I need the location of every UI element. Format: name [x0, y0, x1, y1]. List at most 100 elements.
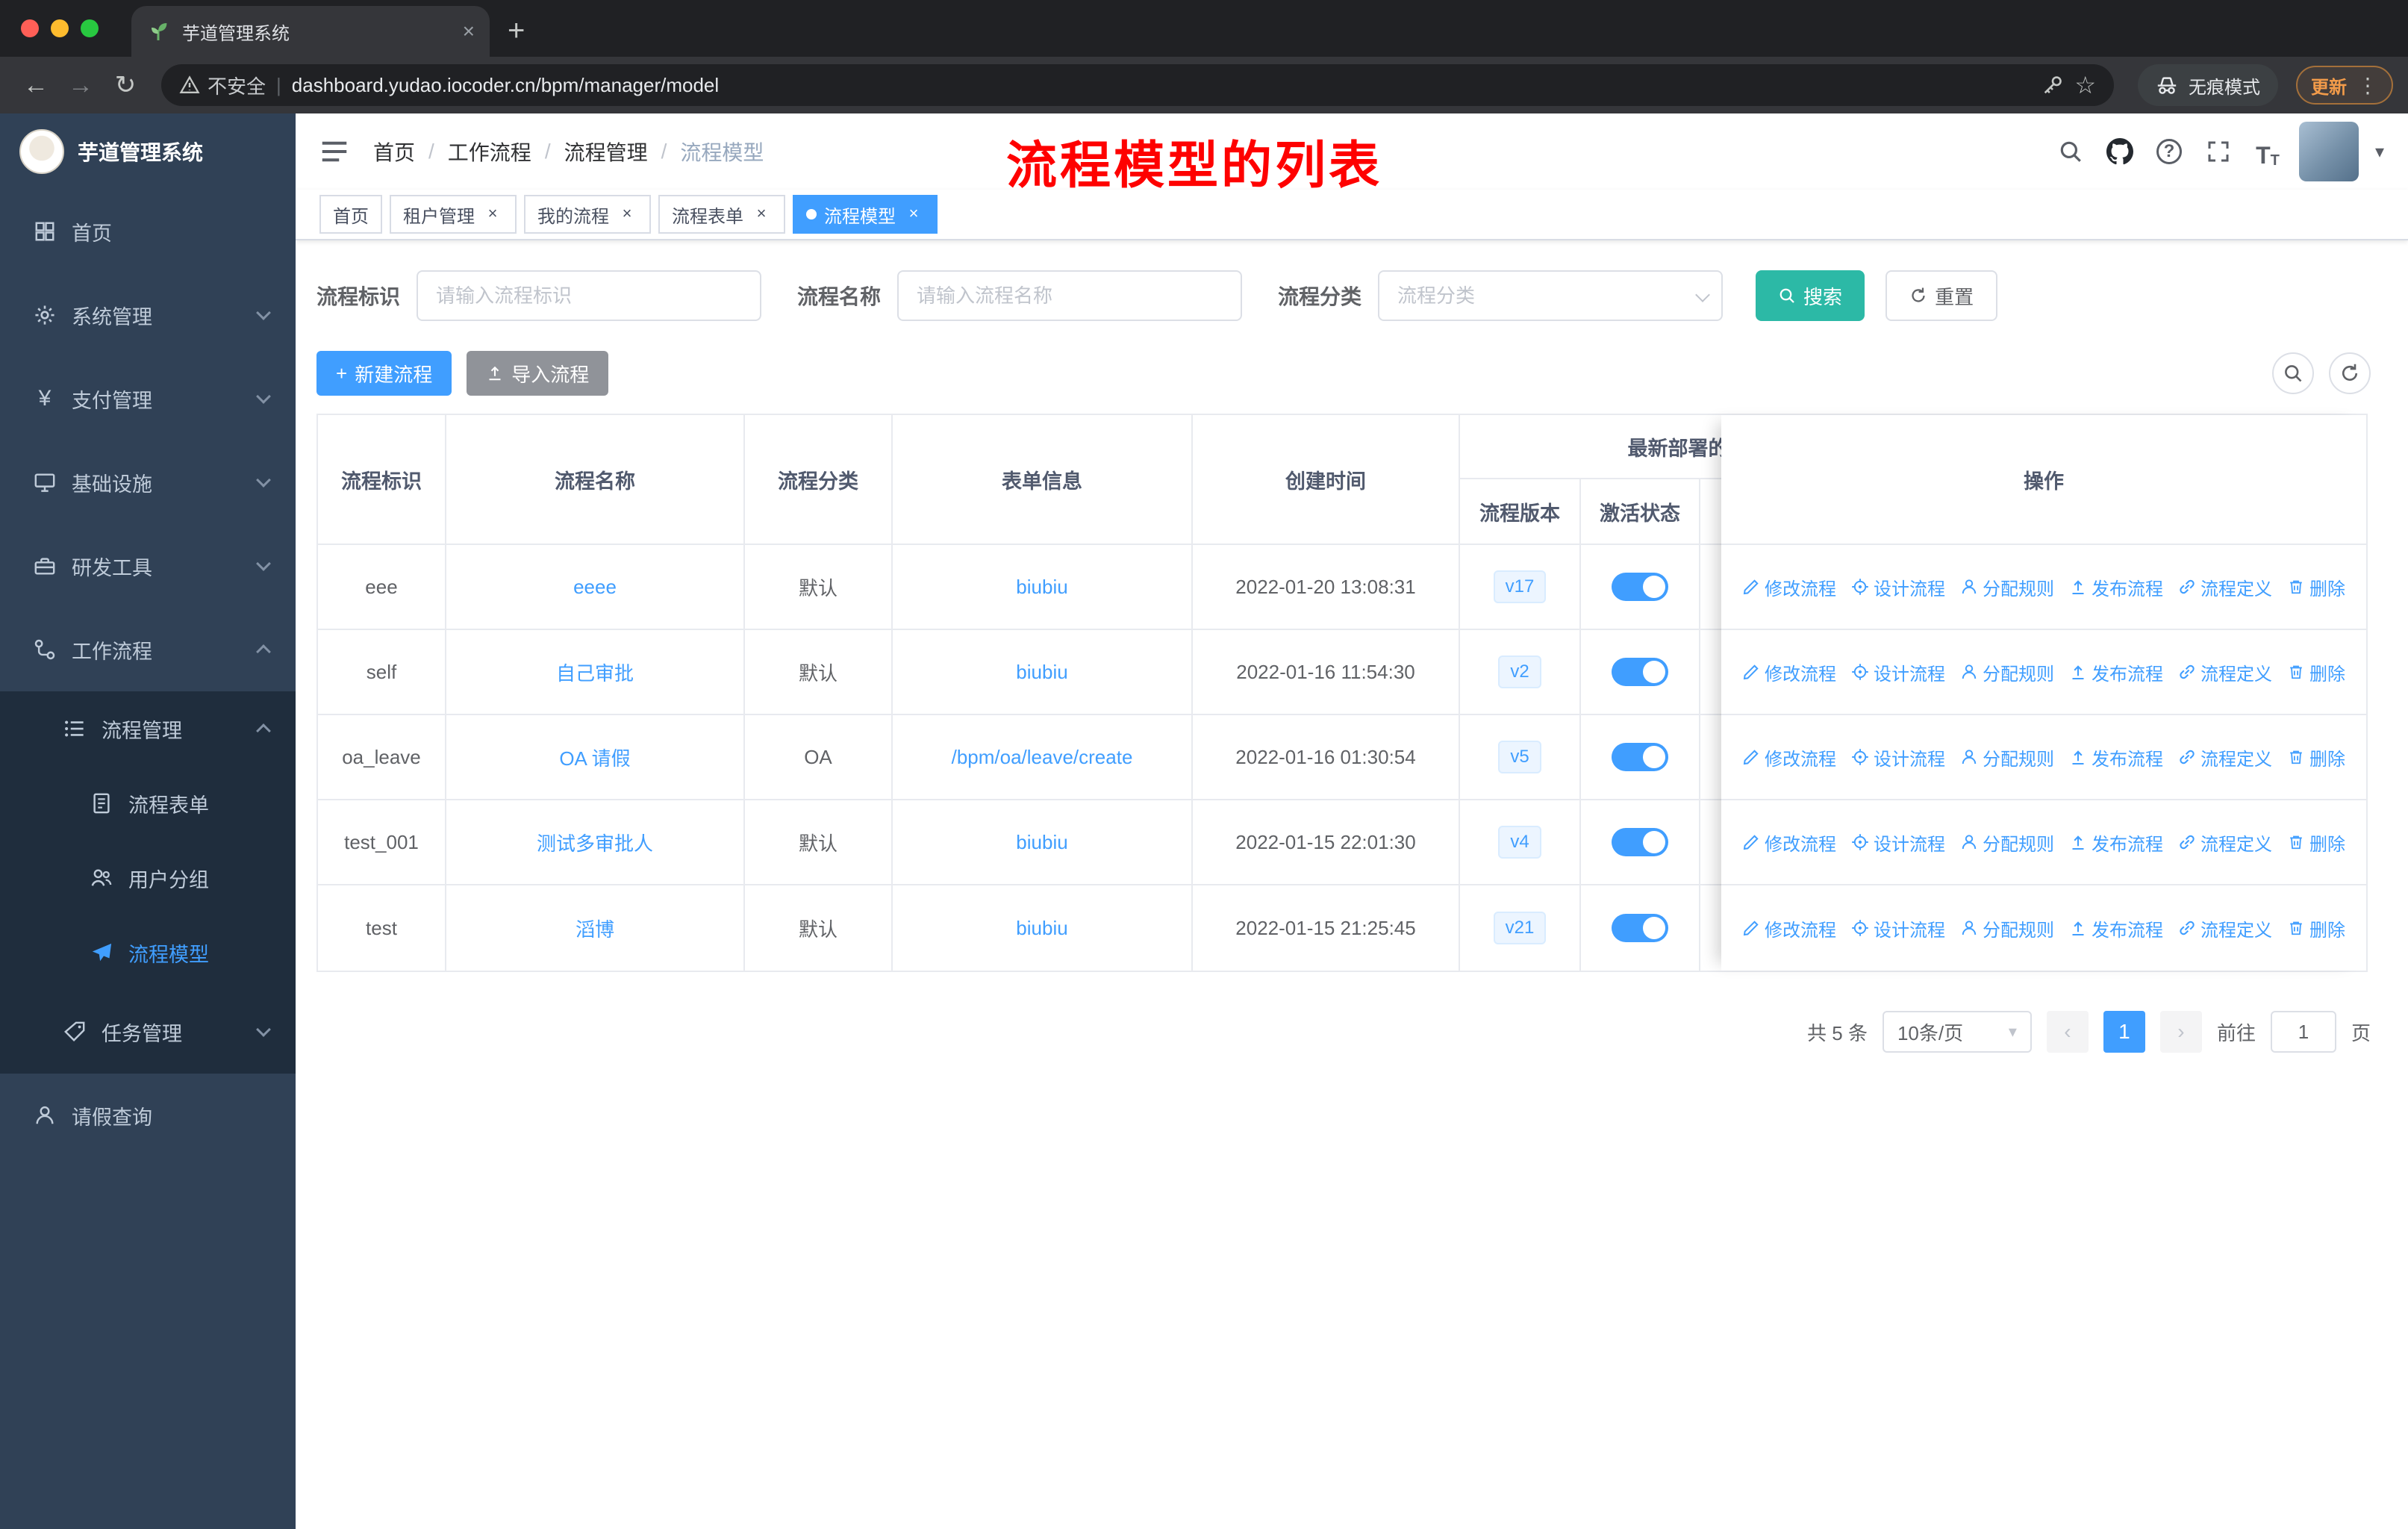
form-info-link[interactable]: biubiu [1016, 661, 1067, 684]
app-logo[interactable]: 芋道管理系统 [0, 113, 296, 190]
sidebar-item-process-management[interactable]: 流程管理 [0, 691, 296, 766]
github-icon[interactable] [2102, 134, 2138, 169]
sidebar-item-process-form[interactable]: 流程表单 [0, 766, 296, 841]
close-icon[interactable]: × [751, 204, 772, 225]
security-warning[interactable]: 不安全 [179, 72, 266, 99]
goto-page-input[interactable] [2270, 1011, 2336, 1053]
publish-process-link[interactable]: 发布流程 [2069, 744, 2163, 770]
browser-menu-icon[interactable]: ⋮ [2357, 73, 2378, 98]
sidebar-item-payment[interactable]: ¥ 支付管理 [0, 357, 296, 440]
window-close-button[interactable] [21, 19, 39, 37]
sidebar-item-workflow[interactable]: 工作流程 [0, 608, 296, 691]
sidebar-item-task-management[interactable]: 任务管理 [0, 990, 296, 1074]
toggle-search-button[interactable] [2272, 352, 2314, 394]
page-1-button[interactable]: 1 [2103, 1011, 2145, 1053]
process-definition-link[interactable]: 流程定义 [2178, 574, 2272, 600]
prev-page-button[interactable]: ‹ [2046, 1011, 2089, 1053]
process-name-link[interactable]: eeee [573, 576, 617, 599]
process-definition-link[interactable]: 流程定义 [2178, 744, 2272, 770]
tag-process-form[interactable]: 流程表单 × [658, 195, 785, 234]
next-page-button[interactable]: › [2159, 1011, 2202, 1053]
process-definition-link[interactable]: 流程定义 [2178, 829, 2272, 856]
tag-tenant[interactable]: 租户管理 × [390, 195, 517, 234]
form-info-link[interactable]: biubiu [1016, 831, 1067, 854]
process-name-link[interactable]: 自己审批 [556, 658, 634, 686]
address-bar[interactable]: 不安全 | dashboard.yudao.iocoder.cn/bpm/man… [161, 64, 2114, 106]
browser-update-button[interactable]: 更新 ⋮ [2296, 66, 2393, 105]
delete-link[interactable]: 删除 [2287, 659, 2345, 685]
help-icon[interactable]: ? [2151, 134, 2187, 169]
active-toggle[interactable] [1612, 914, 1668, 942]
active-toggle[interactable] [1612, 573, 1668, 601]
new-tab-button[interactable]: + [508, 14, 525, 48]
process-id-input[interactable] [417, 270, 762, 321]
publish-process-link[interactable]: 发布流程 [2069, 915, 2163, 941]
reset-button[interactable]: 重置 [1885, 270, 1998, 321]
active-toggle[interactable] [1612, 658, 1668, 686]
process-definition-link[interactable]: 流程定义 [2178, 659, 2272, 685]
form-info-link[interactable]: biubiu [1016, 576, 1067, 599]
design-process-link[interactable]: 设计流程 [1851, 829, 1945, 856]
modify-process-link[interactable]: 修改流程 [1742, 915, 1836, 941]
close-icon[interactable]: × [903, 204, 924, 225]
publish-process-link[interactable]: 发布流程 [2069, 574, 2163, 600]
tag-home[interactable]: 首页 [319, 195, 382, 234]
sidebar-item-user-group[interactable]: 用户分组 [0, 841, 296, 915]
assign-rule-link[interactable]: 分配规则 [1960, 659, 2054, 685]
tab-close-icon[interactable]: × [463, 19, 475, 43]
forward-icon[interactable]: → [60, 64, 102, 106]
fullscreen-icon[interactable] [2200, 134, 2236, 169]
window-zoom-button[interactable] [81, 19, 99, 37]
process-category-select[interactable] [1378, 270, 1724, 321]
assign-rule-link[interactable]: 分配规则 [1960, 829, 2054, 856]
create-process-button[interactable]: + 新建流程 [316, 351, 452, 396]
search-button[interactable]: 搜索 [1756, 270, 1865, 321]
bookmark-star-icon[interactable]: ☆ [2074, 71, 2096, 99]
sidebar-item-process-model[interactable]: 流程模型 [0, 915, 296, 990]
form-info-link[interactable]: biubiu [1016, 917, 1067, 940]
close-icon[interactable]: × [482, 204, 503, 225]
password-key-icon[interactable] [2042, 74, 2064, 96]
hamburger-icon[interactable] [319, 137, 349, 166]
breadcrumb-item[interactable]: 流程管理 [564, 137, 648, 166]
design-process-link[interactable]: 设计流程 [1851, 915, 1945, 941]
sidebar-item-leave-query[interactable]: 请假查询 [0, 1074, 296, 1157]
sidebar-item-home[interactable]: 首页 [0, 190, 296, 273]
reload-icon[interactable]: ↻ [105, 64, 146, 106]
design-process-link[interactable]: 设计流程 [1851, 574, 1945, 600]
sidebar-item-infrastructure[interactable]: 基础设施 [0, 440, 296, 524]
modify-process-link[interactable]: 修改流程 [1742, 744, 1836, 770]
form-info-link[interactable]: /bpm/oa/leave/create [952, 746, 1133, 769]
modify-process-link[interactable]: 修改流程 [1742, 659, 1836, 685]
page-size-select[interactable]: 10条/页 ▾ [1882, 1011, 2032, 1053]
delete-link[interactable]: 删除 [2287, 574, 2345, 600]
breadcrumb-item[interactable]: 工作流程 [448, 137, 531, 166]
breadcrumb-item[interactable]: 首页 [373, 137, 415, 166]
assign-rule-link[interactable]: 分配规则 [1960, 574, 2054, 600]
design-process-link[interactable]: 设计流程 [1851, 744, 1945, 770]
tag-my-process[interactable]: 我的流程 × [524, 195, 651, 234]
search-icon[interactable] [2053, 134, 2089, 169]
sidebar-item-system[interactable]: 系统管理 [0, 273, 296, 357]
browser-tab[interactable]: 芋道管理系统 × [131, 6, 490, 57]
delete-link[interactable]: 删除 [2287, 915, 2345, 941]
publish-process-link[interactable]: 发布流程 [2069, 659, 2163, 685]
process-name-input[interactable] [897, 270, 1243, 321]
active-toggle[interactable] [1612, 743, 1668, 771]
font-size-icon[interactable]: TT [2250, 134, 2286, 169]
delete-link[interactable]: 删除 [2287, 744, 2345, 770]
modify-process-link[interactable]: 修改流程 [1742, 829, 1836, 856]
close-icon[interactable]: × [617, 204, 637, 225]
publish-process-link[interactable]: 发布流程 [2069, 829, 2163, 856]
process-name-link[interactable]: 滔博 [576, 915, 614, 942]
design-process-link[interactable]: 设计流程 [1851, 659, 1945, 685]
sidebar-item-devtools[interactable]: 研发工具 [0, 524, 296, 608]
process-name-link[interactable]: 测试多审批人 [537, 829, 653, 856]
tag-process-model[interactable]: 流程模型 × [793, 195, 938, 234]
back-icon[interactable]: ← [15, 64, 57, 106]
delete-link[interactable]: 删除 [2287, 829, 2345, 856]
user-avatar[interactable] [2298, 122, 2359, 181]
process-name-link[interactable]: OA 请假 [559, 744, 630, 771]
active-toggle[interactable] [1612, 828, 1668, 856]
refresh-table-button[interactable] [2329, 352, 2371, 394]
